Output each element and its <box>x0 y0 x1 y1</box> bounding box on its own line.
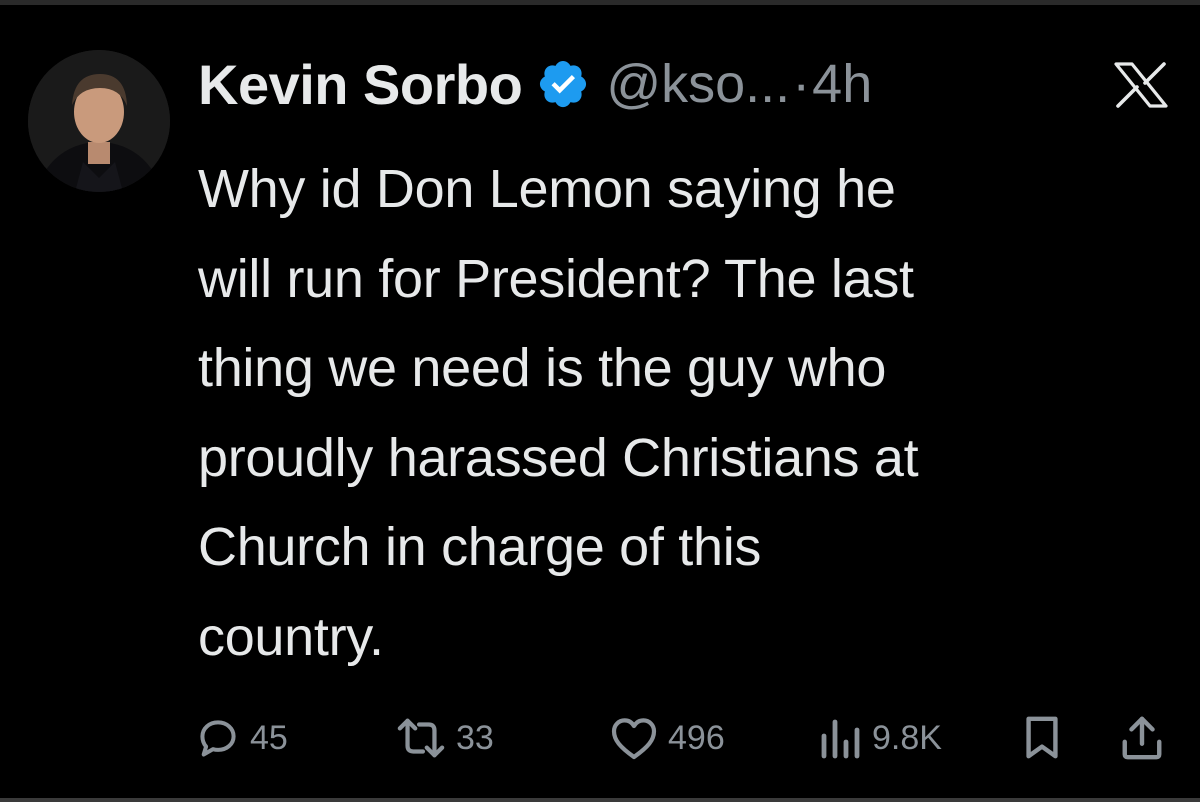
x-logo-icon <box>1112 61 1170 109</box>
repost-button[interactable]: 33 <box>396 711 494 765</box>
author-name[interactable]: Kevin Sorbo <box>198 52 523 117</box>
tweet-timestamp[interactable]: 4h <box>812 53 872 115</box>
share-button[interactable] <box>1120 711 1164 765</box>
author-handle[interactable]: @kso... <box>606 53 790 115</box>
reply-button[interactable]: 45 <box>196 711 288 765</box>
like-button[interactable]: 496 <box>610 711 725 765</box>
repost-icon <box>396 716 446 760</box>
avatar[interactable] <box>28 50 170 192</box>
tweet-header: Kevin Sorbo @kso... · 4h <box>198 49 872 119</box>
heart-icon <box>610 716 658 760</box>
like-count: 496 <box>668 718 725 757</box>
reply-icon <box>196 716 240 760</box>
bookmark-icon <box>1022 715 1062 761</box>
bookmark-button[interactable] <box>1022 711 1062 765</box>
tweet-text: Why id Don Lemon saying he will run for … <box>198 159 919 667</box>
tweet-card: Kevin Sorbo @kso... · 4h Why id Don Lemo… <box>0 0 1200 802</box>
views-button[interactable]: 9.8K <box>818 711 942 765</box>
repost-count: 33 <box>456 718 494 757</box>
reply-count: 45 <box>250 718 288 757</box>
share-icon <box>1120 715 1164 761</box>
analytics-icon <box>818 716 862 760</box>
header-separator: · <box>792 54 811 114</box>
tweet-actions: 45 33 496 9.8K <box>196 711 1172 765</box>
views-count: 9.8K <box>872 718 942 757</box>
verified-badge-icon <box>536 57 590 111</box>
